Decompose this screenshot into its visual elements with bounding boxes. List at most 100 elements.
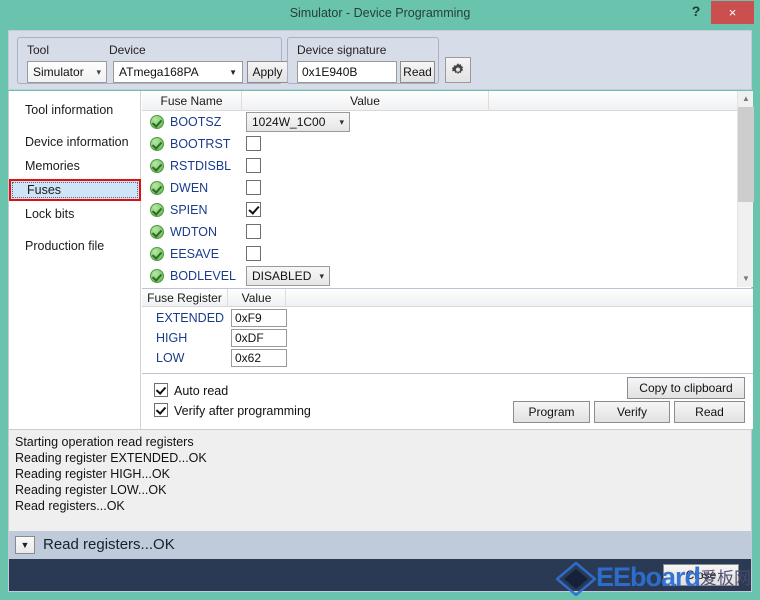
fuse-name-label: DWEN <box>170 181 209 195</box>
bodlevel-select[interactable]: DISABLED ▾ <box>246 266 330 286</box>
device-label: Device <box>109 43 146 57</box>
dwen-checkbox[interactable] <box>246 180 261 195</box>
chevron-down-icon: ▾ <box>319 271 324 281</box>
fuse-name-label: BOOTRST <box>170 137 231 151</box>
fuse-row-name: SPIEN <box>150 199 208 221</box>
window-close-button[interactable]: × <box>711 1 754 24</box>
signature-read-button[interactable]: Read <box>400 61 435 83</box>
table-row: SPIEN <box>142 199 737 221</box>
table-row: WDTON <box>142 221 737 243</box>
status-ok-icon <box>150 159 164 173</box>
register-extended-input[interactable]: 0xF9 <box>231 309 287 327</box>
status-ok-icon <box>150 115 164 129</box>
bootsz-select[interactable]: 1024W_1C00 ▾ <box>246 112 350 132</box>
sidebar-item-fuses[interactable]: Fuses <box>9 179 141 201</box>
program-button[interactable]: Program <box>513 401 590 423</box>
status-ok-icon <box>150 225 164 239</box>
eesave-checkbox[interactable] <box>246 246 261 261</box>
device-select-value: ATmega168PA <box>119 65 199 79</box>
wdton-checkbox[interactable] <box>246 224 261 239</box>
title-bar: Simulator - Device Programming ? × <box>0 0 760 27</box>
copy-to-clipboard-button[interactable]: Copy to clipboard <box>627 377 745 399</box>
tool-select-value: Simulator <box>33 65 84 79</box>
table-row: DWEN <box>142 177 737 199</box>
bootsz-select-value: 1024W_1C00 <box>252 115 326 129</box>
register-name: HIGH <box>156 331 188 345</box>
scroll-up-icon[interactable]: ▲ <box>738 91 754 107</box>
checkbox-box <box>154 403 168 417</box>
sidebar-item-production-file[interactable]: Production file <box>9 235 141 257</box>
device-signature-label: Device signature <box>297 43 387 57</box>
verify-button[interactable]: Verify <box>594 401 670 423</box>
fuse-name-label: BODLEVEL <box>170 269 237 283</box>
rstdisbl-checkbox[interactable] <box>246 158 261 173</box>
chevron-down-icon: ▾ <box>339 117 344 127</box>
table-row: LOW 0x62 <box>142 348 753 368</box>
spien-checkbox[interactable] <box>246 202 261 217</box>
auto-read-label: Auto read <box>174 384 229 398</box>
fuse-register-table: Fuse Register Value EXTENDED 0xF9 HIGH 0… <box>142 288 753 373</box>
bodlevel-select-value: DISABLED <box>252 269 312 283</box>
fuse-name-label: BOOTSZ <box>170 115 222 129</box>
status-ok-icon <box>150 269 164 283</box>
table-row: RSTDISBL <box>142 155 737 177</box>
fuse-table: Fuse Name Value BOOTSZ 1024W_1C00 ▾ BOOT… <box>142 91 754 287</box>
register-high-input[interactable]: 0xDF <box>231 329 287 347</box>
verify-after-programming-checkbox[interactable]: Verify after programming <box>154 403 311 419</box>
fuse-table-header: Fuse Name Value <box>142 91 753 111</box>
dialog-footer: Close <box>8 559 752 592</box>
sidebar-item-memories[interactable]: Memories <box>9 155 141 177</box>
apply-button[interactable]: Apply <box>247 61 288 83</box>
status-ok-icon <box>150 203 164 217</box>
column-header-fuse-name[interactable]: Fuse Name <box>142 91 242 111</box>
device-programming-window: Simulator - Device Programming ? × Tool … <box>0 0 760 600</box>
table-row: BOOTRST <box>142 133 737 155</box>
fuse-name-label: WDTON <box>170 225 217 239</box>
sidebar-item-lock-bits[interactable]: Lock bits <box>9 203 141 225</box>
auto-read-checkbox[interactable]: Auto read <box>154 383 228 399</box>
log-output[interactable]: Starting operation read registers Readin… <box>8 429 752 531</box>
column-header-fuse-register[interactable]: Fuse Register <box>142 289 228 307</box>
column-header-filler <box>489 91 737 111</box>
sidebar-item-tool-information[interactable]: Tool information <box>9 99 141 121</box>
fuse-row-name: RSTDISBL <box>150 155 231 177</box>
fuse-row-name: BOOTRST <box>150 133 230 155</box>
log-expand-toggle[interactable]: ▼ <box>15 536 35 554</box>
fuse-row-name: DWEN <box>150 177 208 199</box>
scroll-down-icon[interactable]: ▼ <box>738 271 754 287</box>
help-button[interactable]: ? <box>682 0 710 23</box>
fuse-row-name: WDTON <box>150 221 217 243</box>
sidebar-item-device-information[interactable]: Device information <box>9 131 141 153</box>
fuse-table-scrollbar[interactable]: ▲ ▼ <box>737 91 754 287</box>
device-signature-input[interactable]: 0x1E940B <box>297 61 397 83</box>
column-header-register-value[interactable]: Value <box>228 289 286 307</box>
column-header-value[interactable]: Value <box>242 91 489 111</box>
device-select[interactable]: ATmega168PA ▼ <box>113 61 243 83</box>
programming-options: Auto read Verify after programming Copy … <box>142 373 753 429</box>
fuse-name-label: SPIEN <box>170 203 208 217</box>
gear-icon <box>451 63 464 75</box>
status-message: Read registers...OK <box>43 536 175 553</box>
register-low-input[interactable]: 0x62 <box>231 349 287 367</box>
status-ok-icon <box>150 247 164 261</box>
register-name: LOW <box>156 351 185 365</box>
register-table-body: EXTENDED 0xF9 HIGH 0xDF LOW 0x62 <box>142 308 753 368</box>
read-button[interactable]: Read <box>674 401 745 423</box>
settings-button[interactable] <box>445 57 471 83</box>
chevron-down-icon: ▾ <box>96 67 101 77</box>
bootrst-checkbox[interactable] <box>246 136 261 151</box>
tool-select[interactable]: Simulator ▾ <box>27 61 107 83</box>
table-row: EESAVE <box>142 243 737 265</box>
log-line: Reading register EXTENDED...OK <box>15 451 207 465</box>
log-line: Starting operation read registers <box>15 435 194 449</box>
toolbar: Tool Device Simulator ▾ ATmega168PA ▼ Ap… <box>8 30 752 90</box>
scrollbar-thumb[interactable] <box>738 107 754 202</box>
main-content: Tool information Device information Memo… <box>8 91 754 429</box>
checkbox-box <box>154 383 168 397</box>
sidebar-item-fuses-label: Fuses <box>27 183 62 197</box>
window-title: Simulator - Device Programming <box>289 6 471 20</box>
status-bar: ▼ Read registers...OK <box>8 531 752 559</box>
table-row: HIGH 0xDF <box>142 328 753 348</box>
register-table-header: Fuse Register Value <box>142 289 753 307</box>
close-button[interactable]: Close <box>663 564 739 586</box>
